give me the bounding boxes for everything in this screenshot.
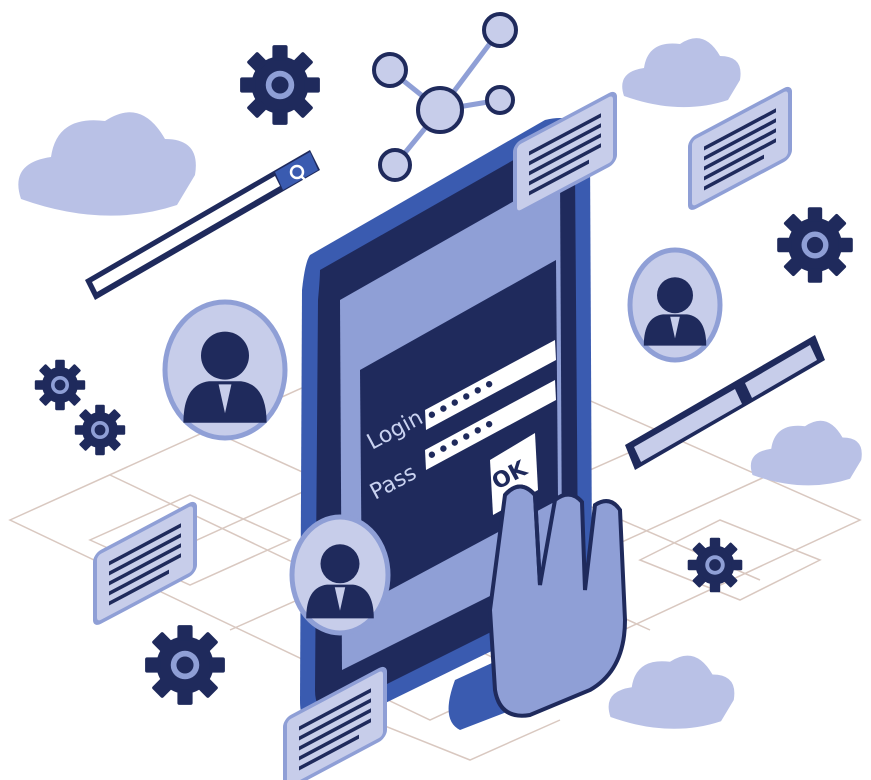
avatar [162, 299, 288, 441]
gear-icon [240, 45, 320, 125]
avatar [289, 514, 391, 636]
gear-icon [687, 537, 743, 593]
search-icon [275, 152, 318, 190]
cloud-icon [622, 38, 741, 108]
gear-icon [74, 404, 126, 456]
avatar [627, 247, 723, 363]
gear-icon [145, 625, 225, 705]
cloud-icon [750, 420, 862, 486]
cloud-icon [18, 112, 196, 216]
cloud-icon [608, 655, 735, 729]
login-illustration: Login •••••• Pass •••••• OK [8, 12, 862, 780]
gear-icon [777, 207, 853, 283]
text-card-icon [95, 502, 195, 625]
gear-icon [34, 359, 86, 411]
